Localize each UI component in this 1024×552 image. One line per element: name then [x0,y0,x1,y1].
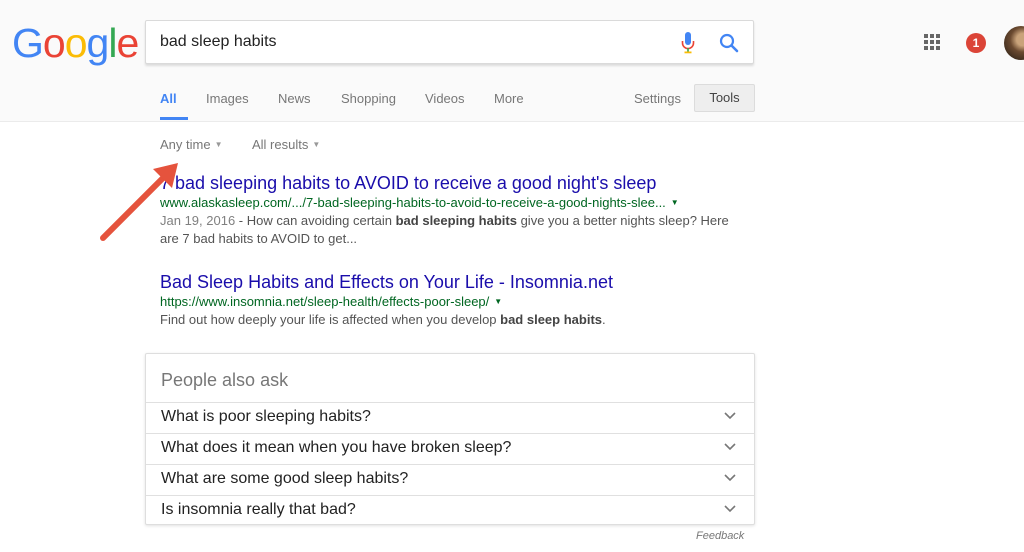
snippet-highlight: bad sleeping habits [395,213,517,228]
active-tab-indicator [160,117,188,120]
filter-any-time[interactable]: Any time ▼ [160,137,223,152]
paa-question-row[interactable]: What does it mean when you have broken s… [146,433,754,464]
result-snippet: Jan 19, 2016 - How can avoiding certain … [160,212,740,248]
settings-link[interactable]: Settings [634,91,681,106]
tab-images[interactable]: Images [206,91,249,106]
logo-letter: o [64,20,88,66]
search-box [145,20,754,64]
result-url: https://www.insomnia.net/sleep-health/ef… [160,293,760,311]
filter-any-time-label: Any time [160,137,211,152]
snippet-text: Find out how deeply your life is affecte… [160,312,501,327]
tools-button[interactable]: Tools [694,84,755,112]
result-url-text: www.alaskasleep.com/.../7-bad-sleeping-h… [160,195,666,210]
result-title-link[interactable]: Bad Sleep Habits and Effects on Your Lif… [160,271,760,293]
logo-letter: o [42,20,66,66]
url-options-caret-icon[interactable]: ▼ [494,297,502,306]
paa-question: What does it mean when you have broken s… [161,439,512,456]
chevron-down-icon[interactable] [724,505,736,513]
snippet-highlight: bad sleep habits [500,312,603,327]
logo-letter: G [12,20,44,66]
snippet-text: . [602,312,606,327]
search-result: 7 bad sleeping habits to AVOID to receiv… [160,172,760,248]
filter-all-results[interactable]: All results ▼ [252,137,320,152]
tab-all[interactable]: All [160,91,177,106]
logo-letter: l [108,20,117,66]
paa-question-row[interactable]: What are some good sleep habits? [146,464,754,495]
paa-question: Is insomnia really that bad? [161,501,356,518]
snippet-text: - How can avoiding certain [235,213,396,228]
filter-all-results-label: All results [252,137,309,152]
caret-down-icon: ▼ [312,140,321,149]
tab-videos[interactable]: Videos [425,91,465,106]
paa-question: What is poor sleeping habits? [161,408,371,425]
search-input[interactable] [160,21,660,63]
people-also-ask-heading: People also ask [161,370,289,390]
chevron-down-icon[interactable] [724,474,736,482]
chevron-down-icon[interactable] [724,412,736,420]
google-logo[interactable]: Google [12,20,139,66]
result-snippet: Find out how deeply your life is affecte… [160,311,740,329]
tab-more[interactable]: More [494,91,524,106]
avatar[interactable] [1004,26,1024,60]
caret-down-icon: ▼ [214,140,223,149]
search-icon[interactable] [719,33,739,53]
apps-grid-icon[interactable] [924,34,940,50]
result-url-text: https://www.insomnia.net/sleep-health/ef… [160,294,490,309]
paa-question-row[interactable]: What is poor sleeping habits? [146,402,754,433]
result-title-link[interactable]: 7 bad sleeping habits to AVOID to receiv… [160,172,760,194]
notification-badge[interactable]: 1 [966,33,986,53]
search-result: Bad Sleep Habits and Effects on Your Lif… [160,271,760,329]
chevron-down-icon[interactable] [724,443,736,451]
tab-news[interactable]: News [278,91,311,106]
people-also-ask-panel: People also ask What is poor sleeping ha… [145,353,755,525]
paa-question: What are some good sleep habits? [161,470,409,487]
header-bar: Google 1 All Images News Shopping Videos… [0,0,1024,122]
feedback-link[interactable]: Feedback [696,530,744,542]
result-url: www.alaskasleep.com/.../7-bad-sleeping-h… [160,194,760,212]
result-date: Jan 19, 2016 [160,213,236,228]
tab-shopping[interactable]: Shopping [341,91,396,106]
paa-question-row[interactable]: Is insomnia really that bad? [146,495,754,526]
logo-letter: e [116,20,139,66]
mic-icon[interactable] [681,32,695,54]
logo-letter: g [86,20,110,66]
url-options-caret-icon[interactable]: ▼ [671,198,679,207]
